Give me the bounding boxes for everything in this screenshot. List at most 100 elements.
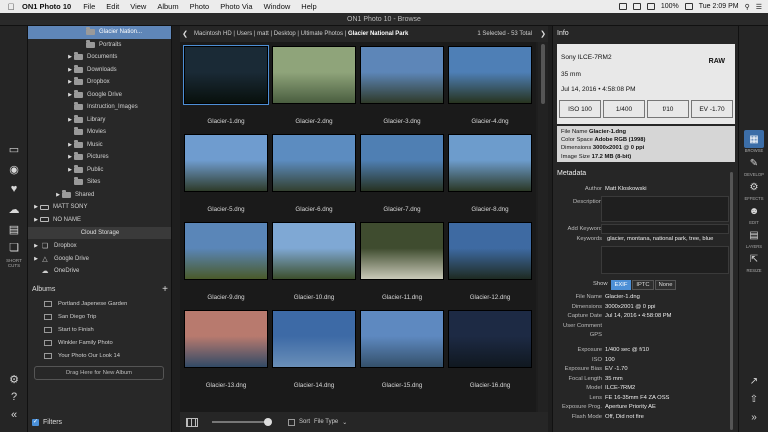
thumbnail-cell[interactable]: Glacier-16.dng bbox=[447, 308, 533, 394]
crumb[interactable]: Macintosh HD bbox=[194, 31, 232, 37]
photo-thumbnail[interactable] bbox=[448, 222, 532, 280]
shortcuts-icon[interactable]: ❏ bbox=[4, 238, 24, 256]
app-menu[interactable]: ON1 Photo 10 bbox=[22, 2, 71, 11]
author-field[interactable]: Matt Kloskowski bbox=[605, 186, 731, 192]
thumbnail-cell[interactable]: Glacier-5.dng bbox=[183, 132, 269, 218]
new-album-drop-zone[interactable]: Drag Here for New Album bbox=[34, 366, 164, 380]
tab-iptc[interactable]: IPTC bbox=[632, 280, 654, 290]
sort-checkbox[interactable] bbox=[288, 418, 295, 426]
notification-icon[interactable]: ☰ bbox=[756, 3, 762, 11]
folder-item[interactable]: Portraits bbox=[28, 39, 171, 52]
thumbnail-cell[interactable]: Glacier-4.dng bbox=[447, 44, 533, 130]
wifi-icon[interactable] bbox=[632, 3, 641, 10]
drive-item[interactable]: ▶ MATT SONY bbox=[28, 201, 171, 214]
forward-arrow-icon[interactable]: ❯ bbox=[538, 30, 548, 38]
back-arrow-icon[interactable]: ❮ bbox=[180, 30, 190, 38]
tab-exif[interactable]: EXIF bbox=[610, 280, 632, 290]
album-item[interactable]: Winkler Family Photo bbox=[44, 337, 113, 349]
browse-module-icon[interactable]: ▦ bbox=[744, 130, 764, 148]
cloud-item[interactable]: ▶ ❏ Dropbox bbox=[28, 240, 171, 253]
album-item[interactable]: San Diego Trip bbox=[44, 311, 96, 323]
cloud-item[interactable]: ☁ OneDrive bbox=[28, 265, 171, 278]
expand-arrow-icon[interactable]: ▶ bbox=[32, 256, 40, 262]
photo-thumbnail[interactable] bbox=[272, 310, 356, 368]
crumb[interactable]: matt bbox=[257, 31, 269, 37]
photo-thumbnail[interactable] bbox=[448, 134, 532, 192]
crumb[interactable]: Users bbox=[237, 31, 253, 37]
photo-thumbnail[interactable] bbox=[448, 310, 532, 368]
sort-control[interactable]: Sort File Type ⌄ bbox=[288, 418, 347, 426]
camera-icon[interactable]: ◉ bbox=[4, 160, 24, 178]
folder-item[interactable]: ▶ Music bbox=[28, 139, 171, 152]
albums-header[interactable]: Albums + bbox=[32, 283, 168, 295]
expand-arrow-icon[interactable]: ▶ bbox=[66, 117, 74, 123]
photo-thumbnail[interactable] bbox=[448, 46, 532, 104]
spotlight-icon[interactable]: ⚲ bbox=[745, 3, 750, 11]
collapse-right-icon[interactable]: » bbox=[744, 408, 764, 426]
thumbnail-cell[interactable]: Glacier-9.dng bbox=[183, 220, 269, 306]
thumbnail-cell[interactable]: Glacier-8.dng bbox=[447, 132, 533, 218]
share-icon[interactable]: ⇧ bbox=[744, 390, 764, 408]
photo-thumbnail[interactable] bbox=[360, 222, 444, 280]
slider-knob[interactable] bbox=[264, 418, 272, 426]
help-icon[interactable]: ? bbox=[4, 388, 24, 406]
sort-value[interactable]: File Type bbox=[314, 419, 338, 425]
heart-album-icon[interactable]: ♥ bbox=[4, 180, 24, 198]
stack-icon[interactable]: ▤ bbox=[4, 220, 24, 238]
folder-item[interactable]: Glacier Nation... bbox=[28, 26, 171, 39]
photo-thumbnail[interactable] bbox=[272, 222, 356, 280]
expand-arrow-icon[interactable]: ▶ bbox=[66, 154, 74, 160]
menu-edit[interactable]: Edit bbox=[106, 2, 119, 11]
settings-gear-icon[interactable]: ⚙ bbox=[4, 370, 24, 388]
add-keyword-field[interactable] bbox=[601, 224, 729, 234]
photo-thumbnail[interactable] bbox=[360, 134, 444, 192]
expand-arrow-icon[interactable]: ▶ bbox=[54, 192, 62, 198]
folder-item[interactable]: ▶ Public bbox=[28, 164, 171, 177]
thumbnail-cell[interactable]: Glacier-1.dng bbox=[183, 44, 269, 130]
battery-icon[interactable] bbox=[684, 3, 693, 10]
photo-thumbnail[interactable] bbox=[272, 46, 356, 104]
cloud-icon[interactable]: ☁ bbox=[4, 200, 24, 218]
filters-checkbox[interactable]: ✓ bbox=[32, 418, 39, 426]
thumbnail-cell[interactable]: Glacier-2.dng bbox=[271, 44, 357, 130]
expand-arrow-icon[interactable]: ▶ bbox=[66, 92, 74, 98]
clock[interactable]: Tue 2:09 PM bbox=[699, 3, 739, 10]
drive-item[interactable]: ▶ NO NAME bbox=[28, 214, 171, 227]
effects-module-icon[interactable]: ⚙ bbox=[744, 178, 764, 196]
metadata-header[interactable]: Metadata bbox=[557, 170, 586, 177]
expand-arrow-icon[interactable]: ▶ bbox=[66, 67, 74, 73]
keywords-field[interactable] bbox=[601, 246, 729, 274]
expand-arrow-icon[interactable]: ▶ bbox=[66, 54, 74, 60]
album-item[interactable]: Start to Finish bbox=[44, 324, 94, 336]
filters-toggle[interactable]: ✓ Filters bbox=[28, 416, 171, 428]
thumbnail-cell[interactable]: Glacier-15.dng bbox=[359, 308, 445, 394]
grid-view-icon[interactable] bbox=[186, 417, 198, 427]
info-header[interactable]: Info bbox=[557, 30, 569, 37]
menu-photo[interactable]: Photo bbox=[190, 2, 210, 11]
develop-module-icon[interactable]: ✎ bbox=[744, 154, 764, 172]
folder-item[interactable]: ▶ Downloads bbox=[28, 64, 171, 77]
thumbnail-cell[interactable]: Glacier-7.dng bbox=[359, 132, 445, 218]
folder-item[interactable]: ▶ Shared bbox=[28, 189, 171, 202]
thumbnail-cell[interactable]: Glacier-3.dng bbox=[359, 44, 445, 130]
current-folder[interactable]: Glacier National Park bbox=[348, 31, 408, 37]
thumbnail-cell[interactable]: Glacier-12.dng bbox=[447, 220, 533, 306]
expand-arrow-icon[interactable]: ▶ bbox=[66, 167, 74, 173]
collapse-left-icon[interactable]: « bbox=[4, 406, 24, 424]
folder-item[interactable]: Instruction_Images bbox=[28, 101, 171, 114]
folder-item[interactable]: Movies bbox=[28, 126, 171, 139]
photo-thumbnail[interactable] bbox=[272, 134, 356, 192]
album-item[interactable]: Your Photo Our Look 14 bbox=[44, 350, 120, 362]
folder-item[interactable]: ▶ Dropbox bbox=[28, 76, 171, 89]
keywords-value[interactable]: glacier, montana, national park, tree, b… bbox=[605, 236, 731, 242]
folder-item[interactable]: ▶ Library bbox=[28, 114, 171, 127]
menu-album[interactable]: Album bbox=[157, 2, 178, 11]
photo-thumbnail[interactable] bbox=[184, 222, 268, 280]
battery-percent[interactable]: 100% bbox=[661, 3, 679, 10]
crumb[interactable]: Ultimate Photos bbox=[301, 31, 343, 37]
photo-thumbnail[interactable] bbox=[184, 134, 268, 192]
cloud-storage-header[interactable]: Cloud Storage bbox=[28, 227, 171, 239]
thumbnail-size-slider[interactable] bbox=[212, 418, 272, 426]
computer-icon[interactable]: ▭ bbox=[4, 140, 24, 158]
menu-window[interactable]: Window bbox=[264, 2, 291, 11]
